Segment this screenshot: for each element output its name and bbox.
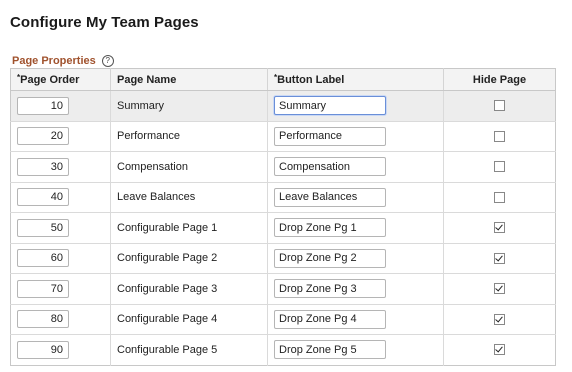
page-name-cell: Configurable Page 5 (110, 334, 268, 365)
hide-page-cell (443, 212, 556, 244)
button-label-cell (267, 121, 444, 152)
hide-page-checkbox-checked[interactable] (494, 252, 505, 264)
hide-page-cell (443, 151, 556, 183)
table-row[interactable]: Configurable Page 5 (10, 334, 556, 366)
table-row[interactable]: Configurable Page 4 (10, 304, 556, 335)
page-properties-grid: *Page Order Page Name *Button Label Hide… (10, 68, 556, 366)
hide-page-cell (443, 273, 556, 305)
page-order-input[interactable] (17, 188, 69, 207)
page-order-input[interactable] (17, 279, 69, 298)
page-order-cell (10, 121, 111, 152)
page-order-cell (10, 273, 111, 305)
page-name-cell: Summary (110, 90, 268, 122)
page-title: Configure My Team Pages (10, 14, 199, 31)
button-label-input[interactable] (274, 157, 386, 177)
table-row[interactable]: Configurable Page 2 (10, 243, 556, 274)
hide-page-checkbox-checked[interactable] (494, 344, 505, 356)
page-order-cell (10, 151, 111, 183)
page-name-cell: Configurable Page 1 (110, 212, 268, 244)
page-name-cell: Configurable Page 4 (110, 304, 268, 335)
hide-page-checkbox-checked[interactable] (494, 222, 505, 234)
column-header-button-label[interactable]: *Button Label (267, 68, 444, 91)
hide-page-cell (443, 243, 556, 274)
configure-team-pages: Configure My Team Pages Page Properties … (0, 0, 572, 372)
page-order-cell (10, 334, 111, 365)
button-label-input[interactable] (274, 279, 386, 299)
required-marker: * (17, 72, 21, 82)
table-row[interactable]: Configurable Page 1 (10, 212, 556, 244)
hide-page-checkbox[interactable] (494, 161, 505, 173)
button-label-input[interactable] (274, 96, 386, 116)
page-order-input[interactable] (17, 218, 69, 237)
button-label-cell (267, 273, 444, 305)
page-order-input[interactable] (17, 340, 69, 359)
table-row[interactable]: Performance (10, 121, 556, 152)
button-label-input[interactable] (274, 309, 386, 329)
button-label-cell (267, 243, 444, 274)
column-header-hide-page[interactable]: Hide Page (443, 68, 556, 91)
button-label-cell (267, 212, 444, 244)
table-row[interactable]: Leave Balances (10, 182, 556, 213)
hide-page-cell (443, 182, 556, 213)
required-marker: * (274, 72, 278, 82)
button-label-cell (267, 90, 444, 122)
button-label-input[interactable] (274, 248, 386, 268)
button-label-cell (267, 334, 444, 365)
hide-page-checkbox-checked[interactable] (494, 313, 505, 325)
page-name-cell: Configurable Page 3 (110, 273, 268, 305)
page-order-cell (10, 304, 111, 335)
table-row[interactable]: Configurable Page 3 (10, 273, 556, 305)
page-order-input[interactable] (17, 249, 69, 268)
hide-page-cell (444, 335, 556, 366)
column-header-page-name[interactable]: Page Name (110, 68, 268, 91)
page-order-cell (10, 243, 111, 274)
hide-page-checkbox[interactable] (494, 130, 505, 142)
page-order-input[interactable] (17, 310, 69, 329)
hide-page-checkbox[interactable] (494, 100, 505, 112)
page-order-input[interactable] (17, 127, 69, 146)
hide-page-cell (443, 90, 556, 122)
table-row[interactable]: Compensation (10, 151, 556, 183)
button-label-cell (267, 182, 444, 213)
button-label-input[interactable] (274, 126, 386, 146)
table-row[interactable]: Summary (10, 90, 556, 122)
hide-page-checkbox[interactable] (494, 191, 505, 203)
page-name-cell: Configurable Page 2 (110, 243, 268, 274)
button-label-input[interactable] (274, 340, 386, 360)
page-order-cell (10, 182, 111, 213)
hide-page-checkbox-checked[interactable] (494, 283, 505, 295)
hide-page-cell (443, 304, 556, 335)
hide-page-cell (443, 121, 556, 152)
page-name-cell: Leave Balances (110, 182, 268, 213)
page-order-cell (10, 90, 111, 122)
section-header: Page Properties ? (12, 55, 114, 67)
page-name-cell: Performance (110, 121, 268, 152)
button-label-cell (267, 304, 444, 335)
page-order-input[interactable] (17, 157, 69, 176)
help-icon[interactable]: ? (101, 55, 114, 67)
button-label-input[interactable] (274, 187, 386, 207)
page-order-input[interactable] (17, 96, 69, 115)
button-label-input[interactable] (274, 218, 386, 238)
column-header-page-order[interactable]: *Page Order (10, 68, 111, 91)
page-order-cell (10, 212, 111, 244)
grid-header-row: *Page Order Page Name *Button Label Hide… (10, 68, 556, 91)
section-title: Page Properties (12, 55, 96, 67)
page-name-cell: Compensation (110, 151, 268, 183)
button-label-cell (267, 151, 444, 183)
